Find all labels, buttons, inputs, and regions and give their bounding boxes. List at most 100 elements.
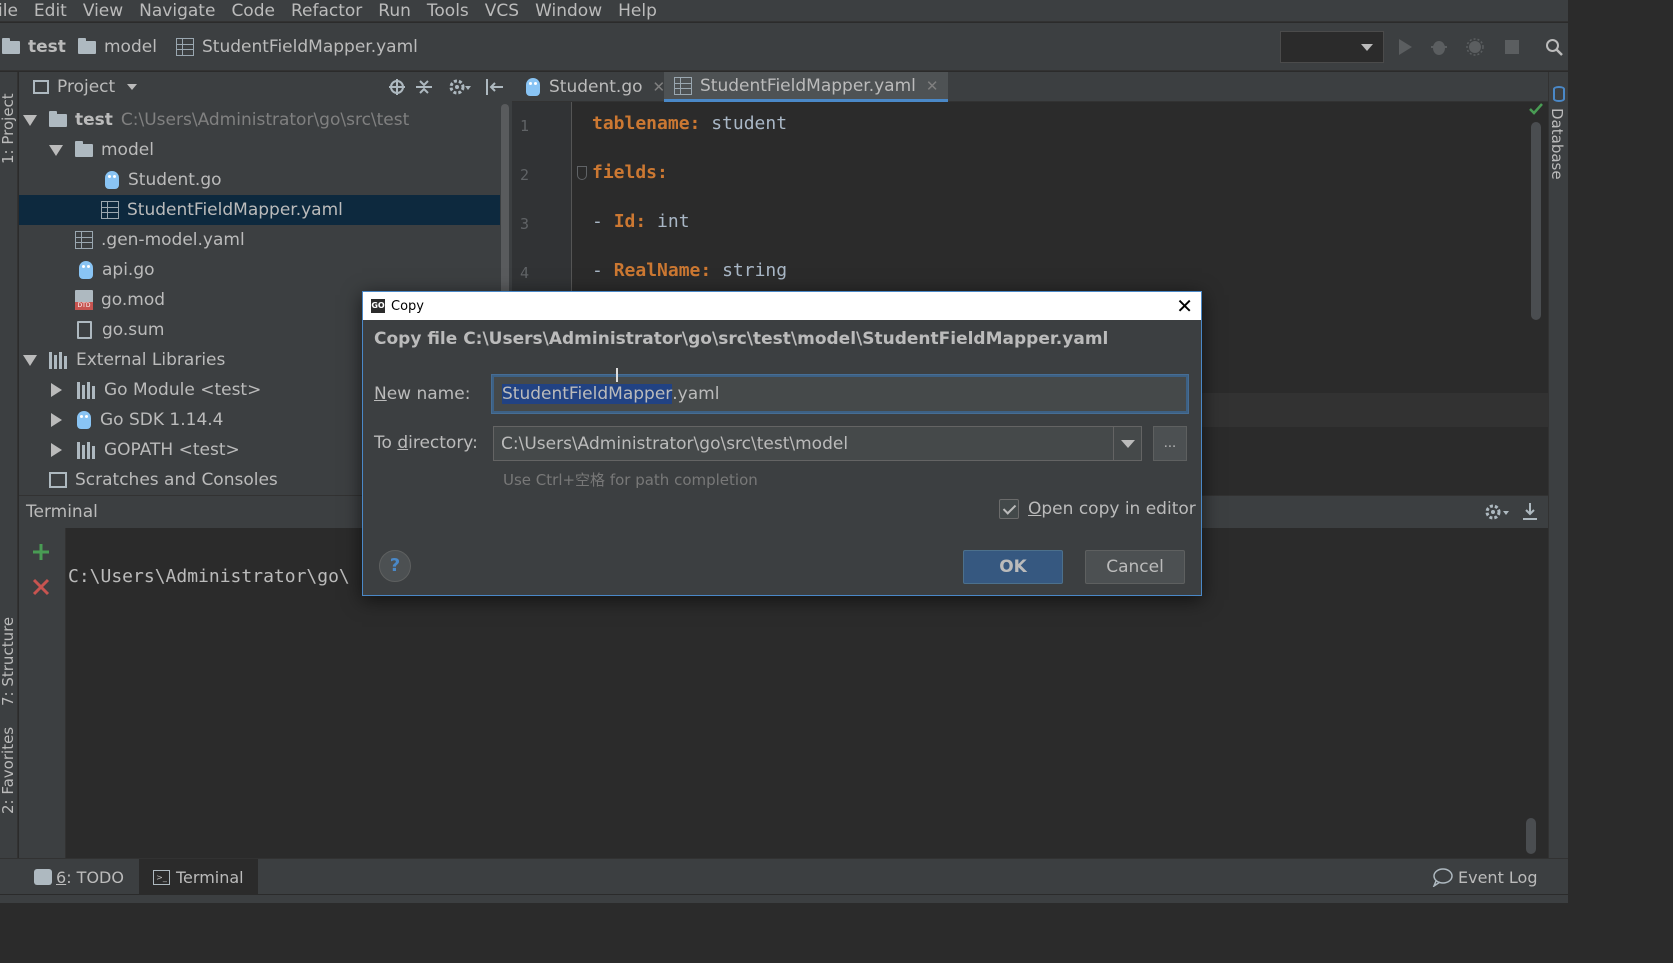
- yaml-key: RealName:: [613, 260, 712, 281]
- label-text: ew name:: [386, 384, 471, 404]
- scratches-icon: [49, 472, 67, 488]
- close-icon[interactable]: ✕: [926, 77, 939, 95]
- goland-logo-icon: GO: [371, 299, 385, 313]
- directory-value: C:\Users\Administrator\go\src\test\model: [501, 433, 849, 454]
- tree-node-label: api.go: [102, 260, 155, 280]
- add-session-icon[interactable]: [32, 543, 50, 561]
- tab-event-log[interactable]: Event Log: [1418, 859, 1552, 895]
- breadcrumb-file[interactable]: StudentFieldMapper.yaml: [176, 23, 418, 71]
- locate-icon[interactable]: [389, 79, 405, 95]
- run-icon[interactable]: [1396, 38, 1414, 56]
- code-line-2: fields:: [592, 162, 668, 183]
- code-line-1: tablename: student: [592, 113, 787, 134]
- tree-node-label: Go SDK 1.14.4: [100, 410, 224, 430]
- chevron-down-icon[interactable]: [127, 84, 138, 90]
- folder-icon: [49, 110, 67, 127]
- menu-run[interactable]: Run: [374, 1, 411, 21]
- project-view-label[interactable]: Project: [57, 77, 115, 97]
- expand-arrow-icon[interactable]: [23, 114, 37, 126]
- menu-edit[interactable]: Edit: [30, 1, 67, 21]
- project-panel-header: Project: [19, 72, 512, 102]
- open-copy-checkbox-row[interactable]: Open copy in editor: [999, 499, 1196, 519]
- library-icon: [77, 381, 97, 399]
- expand-arrow-icon[interactable]: [23, 354, 37, 366]
- coverage-icon[interactable]: [1466, 38, 1484, 56]
- tree-node-label: go.mod: [101, 290, 166, 310]
- tree-node-gen-model-yaml[interactable]: .gen-model.yaml: [19, 225, 509, 255]
- tab-studentfieldmapper-yaml[interactable]: StudentFieldMapper.yaml ✕: [664, 72, 949, 102]
- ok-button[interactable]: OK: [963, 550, 1063, 584]
- new-name-input[interactable]: StudentFieldMapper .yaml: [492, 375, 1188, 413]
- label-text: irectory:: [408, 433, 478, 453]
- menu-bar: ile Edit View Navigate Code Refactor Run…: [0, 0, 1568, 22]
- copy-dialog: GO Copy ✕ Copy file C:\Users\Administrat…: [362, 291, 1202, 596]
- gear-icon[interactable]: [1484, 503, 1512, 521]
- tab-todo[interactable]: 6: TODO: [20, 859, 138, 895]
- yaml-value: student: [700, 113, 788, 134]
- tab-student-go[interactable]: Student.go ✕: [516, 72, 675, 102]
- tool-window-database[interactable]: Database: [1548, 108, 1566, 180]
- menu-view[interactable]: View: [79, 1, 123, 21]
- library-icon: [77, 441, 97, 459]
- text-file-icon: [77, 321, 92, 339]
- terminal-scrollbar-thumb[interactable]: [1526, 818, 1536, 854]
- path-completion-hint: Use Ctrl+空格 for path completion: [503, 471, 758, 489]
- chevron-down-icon[interactable]: [1113, 427, 1141, 460]
- tool-window-structure[interactable]: 7: Structure: [0, 617, 17, 706]
- scrollbar-thumb[interactable]: [501, 104, 509, 304]
- tool-window-project[interactable]: 1: Project: [0, 93, 17, 164]
- debug-icon[interactable]: [1430, 38, 1448, 56]
- tree-node-api-go[interactable]: api.go: [19, 255, 509, 285]
- browse-button[interactable]: ...: [1153, 426, 1187, 461]
- line-number: 3: [520, 215, 530, 233]
- menu-code[interactable]: Code: [227, 1, 275, 21]
- tab-label: Student.go: [549, 77, 643, 97]
- collapse-arrow-icon[interactable]: [51, 443, 62, 457]
- collapse-arrow-icon[interactable]: [51, 413, 62, 427]
- menu-window[interactable]: Window: [531, 1, 602, 21]
- mnemonic: N: [374, 384, 387, 404]
- cancel-button[interactable]: Cancel: [1085, 550, 1185, 584]
- help-button[interactable]: ?: [379, 550, 411, 582]
- terminal-toolbar: [19, 528, 66, 858]
- tree-node-model[interactable]: model: [19, 135, 509, 165]
- stop-icon[interactable]: [1503, 38, 1521, 56]
- bottom-tool-bar: 6: TODO >_ Terminal Event Log: [0, 858, 1568, 895]
- terminal-icon: >_: [153, 869, 170, 885]
- yaml-key: tablename:: [592, 113, 701, 134]
- tree-node-studentfieldmapper-yaml[interactable]: StudentFieldMapper.yaml: [19, 195, 509, 225]
- right-tool-stripe: Database: [1548, 72, 1568, 858]
- close-icon[interactable]: ✕: [1176, 294, 1193, 318]
- hide-panel-icon[interactable]: [485, 79, 503, 95]
- to-directory-combobox[interactable]: C:\Users\Administrator\go\src\test\model: [493, 426, 1142, 461]
- menu-vcs[interactable]: VCS: [481, 1, 519, 21]
- collapse-arrow-icon[interactable]: [51, 383, 62, 397]
- line-number: 1: [520, 117, 530, 135]
- tab-terminal[interactable]: >_ Terminal: [139, 859, 258, 895]
- menu-refactor[interactable]: Refactor: [287, 1, 362, 21]
- breadcrumb-test[interactable]: test: [2, 23, 66, 71]
- menu-tools[interactable]: Tools: [423, 1, 469, 21]
- close-session-icon[interactable]: [32, 578, 50, 596]
- gear-icon[interactable]: [449, 78, 471, 96]
- unselected-text: .yaml: [672, 384, 720, 404]
- menu-help[interactable]: Help: [614, 1, 657, 21]
- go-file-icon: [105, 171, 119, 189]
- left-tool-stripe: 1: Project 7: Structure 2: Favorites: [0, 72, 18, 858]
- tree-node-student-go[interactable]: Student.go: [19, 165, 509, 195]
- fold-icon[interactable]: [577, 166, 587, 180]
- search-icon[interactable]: [1545, 38, 1563, 56]
- tool-window-favorites[interactable]: 2: Favorites: [0, 727, 17, 814]
- menu-file[interactable]: ile: [0, 1, 18, 21]
- breadcrumb-model[interactable]: model: [78, 23, 157, 71]
- check-icon: [1529, 103, 1543, 115]
- collapse-all-icon[interactable]: [416, 79, 432, 95]
- menu-navigate[interactable]: Navigate: [135, 1, 215, 21]
- editor-scrollbar-thumb[interactable]: [1531, 122, 1541, 320]
- expand-arrow-icon[interactable]: [49, 144, 63, 156]
- hide-icon[interactable]: [1522, 503, 1538, 521]
- tree-node-test[interactable]: test C:\Users\Administrator\go\src\test: [19, 105, 509, 135]
- yaml-key: Id:: [613, 211, 647, 232]
- open-copy-checkbox[interactable]: [999, 499, 1019, 519]
- run-configuration-select[interactable]: [1280, 31, 1384, 63]
